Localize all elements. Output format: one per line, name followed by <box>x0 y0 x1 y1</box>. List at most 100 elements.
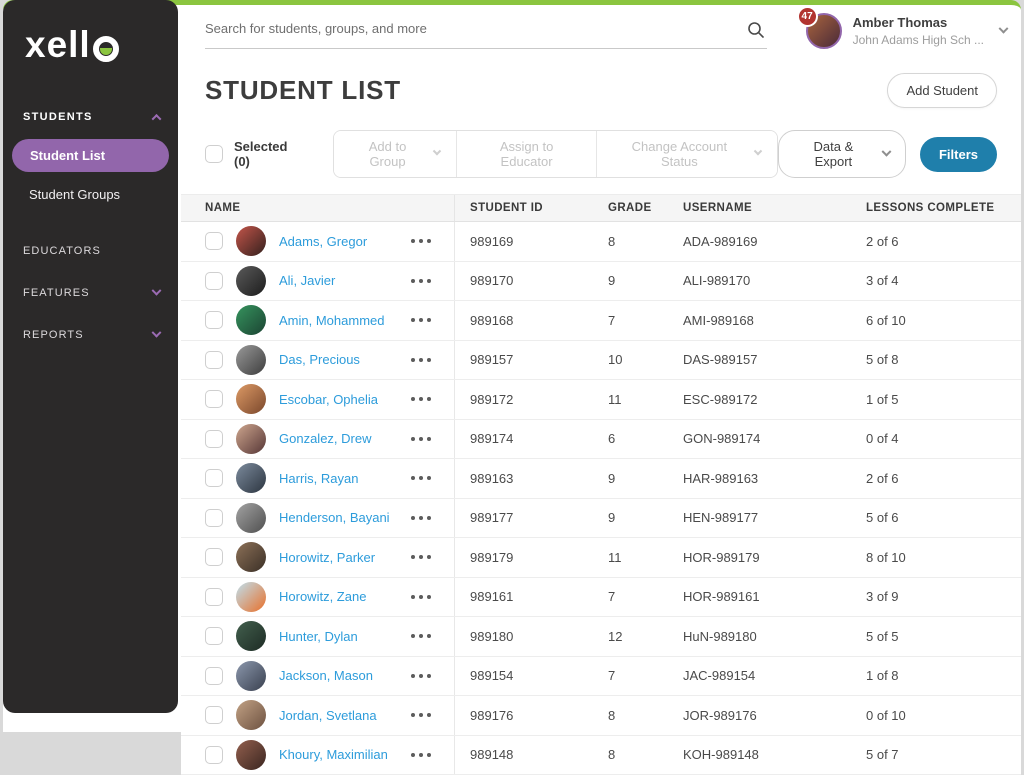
student-name-link[interactable]: Khoury, Maximilian <box>279 747 388 762</box>
search-input[interactable] <box>205 13 767 49</box>
student-id-cell: 989177 <box>455 499 593 538</box>
student-name-link[interactable]: Adams, Gregor <box>279 234 367 249</box>
student-avatar <box>236 384 266 414</box>
column-header-grade: GRADE <box>593 195 668 221</box>
user-name: Amber Thomas <box>853 14 984 32</box>
grade-cell: 11 <box>593 380 668 419</box>
sidebar: xell STUDENTS Student List Student Group… <box>3 0 178 713</box>
row-checkbox[interactable] <box>205 232 223 250</box>
lessons-complete-cell: 5 of 5 <box>851 617 1021 656</box>
notification-badge: 47 <box>797 6 818 27</box>
select-all-checkbox[interactable] <box>205 145 223 163</box>
student-name-link[interactable]: Jackson, Mason <box>279 668 373 683</box>
row-checkbox[interactable] <box>205 430 223 448</box>
row-menu-button[interactable] <box>411 476 431 480</box>
row-checkbox[interactable] <box>205 667 223 685</box>
student-name-link[interactable]: Jordan, Svetlana <box>279 708 377 723</box>
sidebar-item-educators[interactable]: EDUCATORS <box>3 235 178 267</box>
row-menu-button[interactable] <box>411 753 431 757</box>
student-name-link[interactable]: Horowitz, Zane <box>279 589 366 604</box>
row-checkbox[interactable] <box>205 706 223 724</box>
row-menu-button[interactable] <box>411 674 431 678</box>
chevron-down-icon <box>152 327 162 337</box>
student-avatar <box>236 226 266 256</box>
row-menu-button[interactable] <box>411 318 431 322</box>
sidebar-item-student-list[interactable]: Student List <box>12 139 169 172</box>
sidebar-item-label: Student List <box>30 148 105 163</box>
name-cell: Khoury, Maximilian <box>181 736 455 775</box>
row-checkbox[interactable] <box>205 272 223 290</box>
xello-logo[interactable]: xell <box>3 0 178 63</box>
sidebar-item-reports[interactable]: REPORTS <box>3 319 178 351</box>
student-avatar <box>236 305 266 335</box>
student-name-link[interactable]: Amin, Mohammed <box>279 313 384 328</box>
name-cell: Gonzalez, Drew <box>181 420 455 459</box>
lessons-complete-cell: 5 of 7 <box>851 736 1021 775</box>
student-name-link[interactable]: Das, Precious <box>279 352 360 367</box>
user-menu[interactable]: 47 Amber Thomas John Adams High Sch ... <box>806 13 1007 49</box>
sidebar-item-features[interactable]: FEATURES <box>3 277 178 309</box>
row-checkbox[interactable] <box>205 548 223 566</box>
table-row: Hunter, Dylan 989180 12 HuN-989180 5 of … <box>181 617 1021 657</box>
row-menu-button[interactable] <box>411 437 431 441</box>
grade-cell: 7 <box>593 657 668 696</box>
row-menu-button[interactable] <box>411 397 431 401</box>
row-menu-button[interactable] <box>411 279 431 283</box>
student-id-cell: 989176 <box>455 696 593 735</box>
student-avatar <box>236 266 266 296</box>
student-avatar <box>236 424 266 454</box>
row-menu-button[interactable] <box>411 358 431 362</box>
name-cell: Horowitz, Zane <box>181 578 455 617</box>
row-menu-button[interactable] <box>411 239 431 243</box>
grade-cell: 7 <box>593 301 668 340</box>
sidebar-item-label: EDUCATORS <box>23 245 101 257</box>
data-export-button[interactable]: Data & Export <box>778 130 906 178</box>
student-name-link[interactable]: Henderson, Bayani <box>279 510 390 525</box>
student-avatar <box>236 700 266 730</box>
table-body: Adams, Gregor 989169 8 ADA-989169 2 of 6… <box>181 222 1021 775</box>
grade-cell: 8 <box>593 222 668 261</box>
search-icon[interactable] <box>747 21 765 44</box>
chevron-up-icon <box>152 113 162 123</box>
change-account-status-button[interactable]: Change Account Status <box>596 131 777 177</box>
logo-o-icon <box>93 36 119 62</box>
assign-to-educator-button[interactable]: Assign to Educator <box>456 131 596 177</box>
filters-button[interactable]: Filters <box>920 137 997 172</box>
grade-cell: 12 <box>593 617 668 656</box>
row-checkbox[interactable] <box>205 351 223 369</box>
row-checkbox[interactable] <box>205 627 223 645</box>
add-student-button[interactable]: Add Student <box>887 73 997 108</box>
lessons-complete-cell: 2 of 6 <box>851 459 1021 498</box>
page-title: STUDENT LIST <box>205 75 401 106</box>
sidebar-item-students[interactable]: STUDENTS <box>3 101 178 133</box>
student-avatar <box>236 661 266 691</box>
logo-text: xell <box>25 26 91 63</box>
student-name-link[interactable]: Horowitz, Parker <box>279 550 375 565</box>
bulk-actions-toolbar: Selected (0) Add to Group Assign to Educ… <box>181 130 1021 178</box>
chevron-down-icon <box>754 147 762 155</box>
add-to-group-button[interactable]: Add to Group <box>334 131 456 177</box>
table-row: Horowitz, Parker 989179 11 HOR-989179 8 … <box>181 538 1021 578</box>
row-menu-button[interactable] <box>411 516 431 520</box>
student-name-link[interactable]: Ali, Javier <box>279 273 335 288</box>
row-checkbox[interactable] <box>205 390 223 408</box>
row-menu-button[interactable] <box>411 634 431 638</box>
username-cell: KOH-989148 <box>668 736 851 775</box>
row-checkbox[interactable] <box>205 311 223 329</box>
student-name-link[interactable]: Harris, Rayan <box>279 471 358 486</box>
row-menu-button[interactable] <box>411 713 431 717</box>
sidebar-item-student-groups[interactable]: Student Groups <box>3 178 178 211</box>
username-cell: GON-989174 <box>668 420 851 459</box>
row-checkbox[interactable] <box>205 469 223 487</box>
row-checkbox[interactable] <box>205 746 223 764</box>
student-name-link[interactable]: Hunter, Dylan <box>279 629 358 644</box>
student-id-cell: 989174 <box>455 420 593 459</box>
row-checkbox[interactable] <box>205 509 223 527</box>
student-name-link[interactable]: Escobar, Ophelia <box>279 392 378 407</box>
name-cell: Horowitz, Parker <box>181 538 455 577</box>
row-checkbox[interactable] <box>205 588 223 606</box>
student-name-link[interactable]: Gonzalez, Drew <box>279 431 371 446</box>
row-menu-button[interactable] <box>411 595 431 599</box>
table-row: Horowitz, Zane 989161 7 HOR-989161 3 of … <box>181 578 1021 618</box>
row-menu-button[interactable] <box>411 555 431 559</box>
